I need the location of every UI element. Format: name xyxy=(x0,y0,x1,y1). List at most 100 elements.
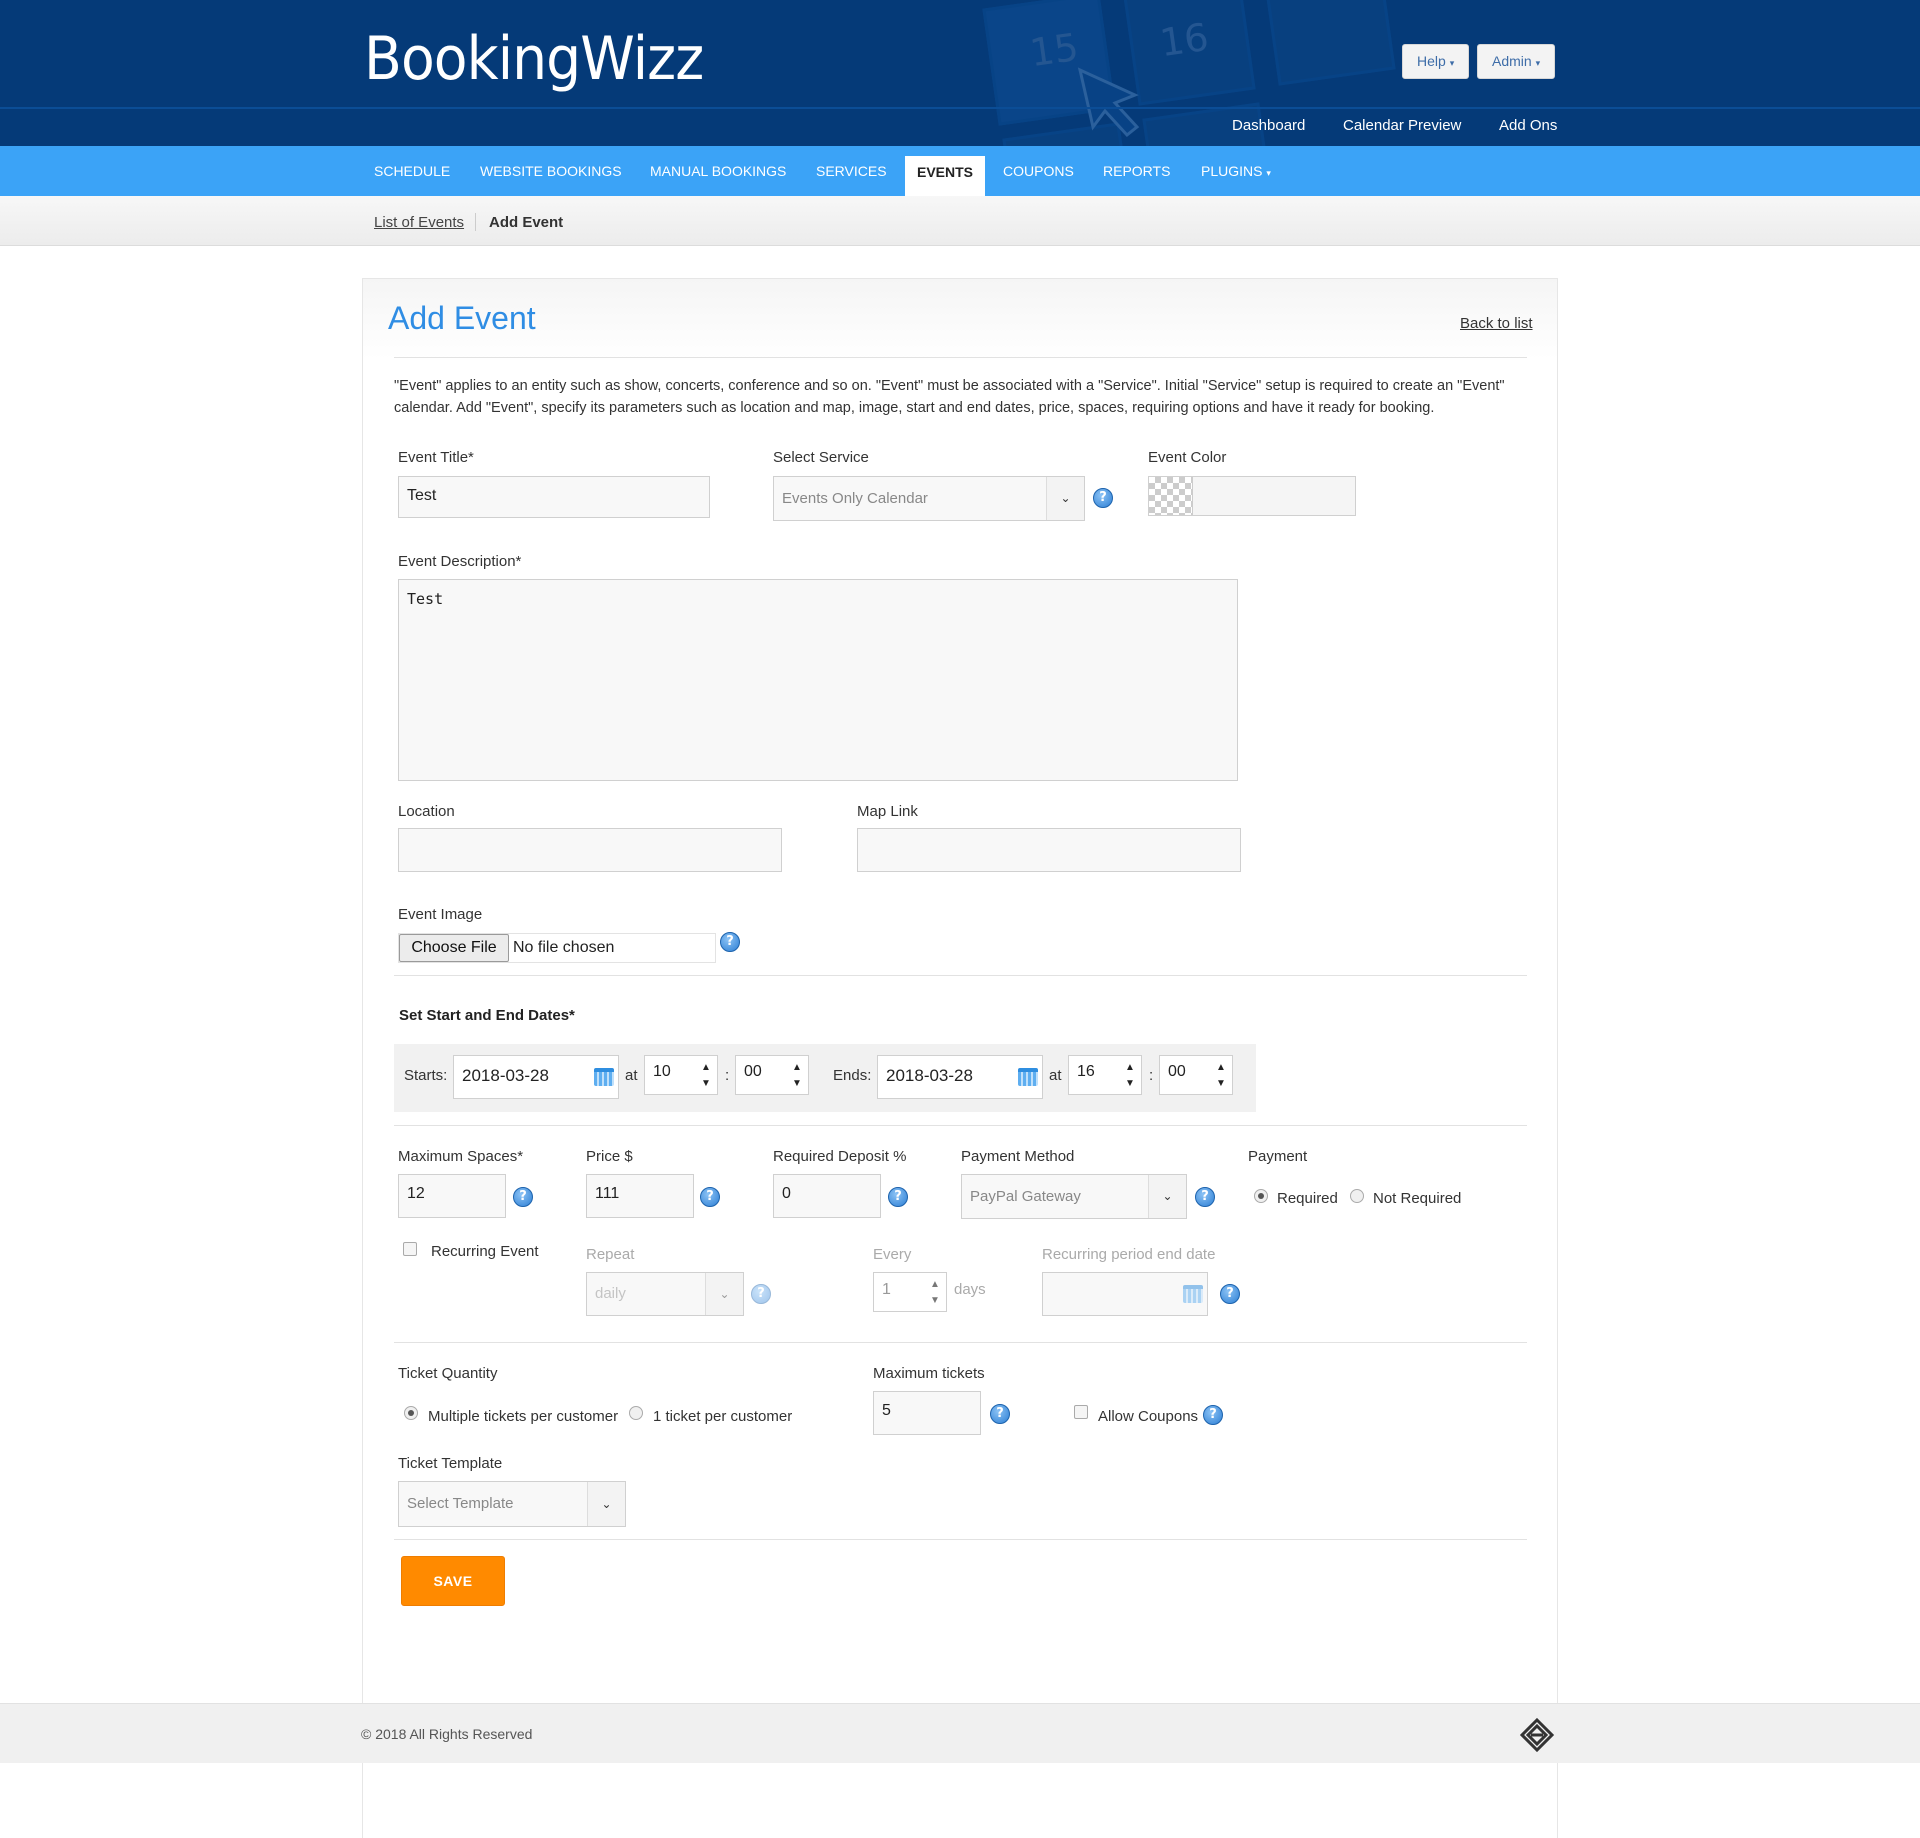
back-to-list-link[interactable]: Back to list xyxy=(1460,315,1533,332)
time-colon: : xyxy=(1149,1067,1154,1084)
max-spaces-input[interactable]: 12 xyxy=(398,1174,506,1218)
breadcrumb-list-of-events[interactable]: List of Events xyxy=(374,214,464,231)
color-swatch[interactable] xyxy=(1149,477,1193,515)
select-service-dropdown[interactable]: Events Only Calendar ⌄ xyxy=(773,476,1085,521)
event-title-label: Event Title* xyxy=(398,449,474,466)
tab-plugins[interactable]: PLUGINS ▾ xyxy=(1201,163,1271,179)
header: 15 16 BookingWizz Help ▾ Admin ▾ Dashboa… xyxy=(0,0,1920,146)
allow-coupons-checkbox[interactable] xyxy=(1074,1405,1088,1419)
save-button[interactable]: SAVE xyxy=(401,1556,505,1606)
calendar-icon[interactable] xyxy=(1018,1068,1038,1086)
bg-number: 16 xyxy=(1157,14,1212,66)
calendar-preview-link[interactable]: Calendar Preview xyxy=(1343,117,1461,134)
tab-reports[interactable]: REPORTS xyxy=(1103,163,1170,179)
starts-label: Starts: xyxy=(404,1067,448,1084)
max-tickets-input[interactable]: 5 xyxy=(873,1391,981,1435)
one-ticket-radio[interactable] xyxy=(629,1406,643,1420)
event-description-textarea[interactable]: Test xyxy=(398,579,1238,781)
start-hour-stepper[interactable]: 10 ▲ ▼ xyxy=(644,1055,718,1095)
tab-events[interactable]: EVENTS xyxy=(905,156,985,196)
event-image-label: Event Image xyxy=(398,906,483,923)
help-icon[interactable]: ? xyxy=(1220,1284,1240,1304)
help-icon[interactable]: ? xyxy=(751,1284,771,1304)
ticket-template-label: Ticket Template xyxy=(398,1455,503,1472)
tab-manual-bookings[interactable]: MANUAL BOOKINGS xyxy=(650,163,786,179)
select-service-label: Select Service xyxy=(773,449,869,466)
help-icon[interactable]: ? xyxy=(1195,1187,1215,1207)
main-nav: SCHEDULE WEBSITE BOOKINGS MANUAL BOOKING… xyxy=(0,146,1920,196)
ends-label: Ends: xyxy=(833,1067,872,1084)
help-icon[interactable]: ? xyxy=(700,1187,720,1207)
cursor-arrow-icon xyxy=(1077,67,1140,138)
payment-label: Payment xyxy=(1248,1148,1308,1165)
add-ons-link[interactable]: Add Ons xyxy=(1499,117,1557,134)
payment-not-required-radio[interactable] xyxy=(1350,1189,1364,1203)
tab-services[interactable]: SERVICES xyxy=(816,163,887,179)
event-title-input[interactable]: Test xyxy=(398,476,710,518)
dates-heading: Set Start and End Dates* xyxy=(399,1007,575,1024)
location-input[interactable] xyxy=(398,828,782,872)
spinner-arrows-icon[interactable]: ▲ ▼ xyxy=(928,1277,942,1309)
payment-method-dropdown[interactable]: PayPal Gateway ⌄ xyxy=(961,1174,1187,1219)
multiple-tickets-label: Multiple tickets per customer xyxy=(428,1408,619,1425)
recurring-event-label: Recurring Event xyxy=(431,1243,539,1260)
app-logo[interactable]: BookingWizz xyxy=(364,24,704,94)
spinner-arrows-icon[interactable]: ▲ ▼ xyxy=(790,1060,804,1092)
help-icon[interactable]: ? xyxy=(1203,1405,1223,1425)
end-minute-stepper[interactable]: 00 ▲ ▼ xyxy=(1159,1055,1233,1095)
bg-number: 15 xyxy=(1027,24,1082,76)
price-input[interactable]: 111 xyxy=(586,1174,694,1218)
end-hour-stepper[interactable]: 16 ▲ ▼ xyxy=(1068,1055,1142,1095)
recurring-event-checkbox[interactable] xyxy=(403,1242,417,1256)
every-label: Every xyxy=(873,1246,912,1263)
breadcrumb-current: Add Event xyxy=(489,214,564,231)
start-date-input[interactable]: 2018-03-28 xyxy=(453,1055,619,1099)
breadcrumb: List of Events Add Event xyxy=(0,196,1920,246)
at-label: at xyxy=(1049,1067,1062,1084)
caret-down-icon: ▾ xyxy=(1266,168,1271,178)
dashboard-link[interactable]: Dashboard xyxy=(1232,117,1305,134)
help-icon[interactable]: ? xyxy=(990,1404,1010,1424)
caret-down-icon: ▾ xyxy=(1449,58,1455,68)
event-color-label: Event Color xyxy=(1148,449,1227,466)
spinner-arrows-icon[interactable]: ▲ ▼ xyxy=(1214,1060,1228,1092)
days-label: days xyxy=(954,1281,986,1298)
end-date-input[interactable]: 2018-03-28 xyxy=(877,1055,1043,1099)
calendar-icon[interactable] xyxy=(1183,1285,1203,1303)
start-minute-stepper[interactable]: 00 ▲ ▼ xyxy=(735,1055,809,1095)
event-color-picker[interactable] xyxy=(1148,476,1356,516)
tab-website-bookings[interactable]: WEBSITE BOOKINGS xyxy=(480,163,622,179)
time-colon: : xyxy=(725,1067,730,1084)
file-input[interactable]: Choose File No file chosen xyxy=(398,933,716,963)
help-icon[interactable]: ? xyxy=(720,932,740,952)
chevron-down-icon: ⌄ xyxy=(705,1273,743,1315)
price-label: Price $ xyxy=(586,1148,633,1165)
chevron-down-icon: ⌄ xyxy=(587,1482,625,1526)
repeat-dropdown[interactable]: daily ⌄ xyxy=(586,1272,744,1316)
every-stepper[interactable]: 1 ▲ ▼ xyxy=(873,1272,947,1312)
footer: © 2018 All Rights Reserved xyxy=(0,1703,1920,1763)
help-dropdown-button[interactable]: Help ▾ xyxy=(1402,44,1470,79)
tab-coupons[interactable]: COUPONS xyxy=(1003,163,1074,179)
help-icon[interactable]: ? xyxy=(1093,488,1113,508)
tab-schedule[interactable]: SCHEDULE xyxy=(374,163,450,179)
recurring-end-date-input[interactable] xyxy=(1042,1272,1208,1316)
map-link-input[interactable] xyxy=(857,828,1241,872)
help-icon[interactable]: ? xyxy=(888,1187,908,1207)
location-label: Location xyxy=(398,803,455,820)
multiple-tickets-radio[interactable] xyxy=(404,1406,418,1420)
recurring-end-label: Recurring period end date xyxy=(1042,1246,1216,1263)
spinner-arrows-icon[interactable]: ▲ ▼ xyxy=(1123,1060,1137,1092)
calendar-icon[interactable] xyxy=(594,1068,614,1086)
spinner-arrows-icon[interactable]: ▲ ▼ xyxy=(699,1060,713,1092)
max-spaces-label: Maximum Spaces* xyxy=(398,1148,524,1165)
chevron-down-icon: ⌄ xyxy=(1046,477,1084,520)
choose-file-button[interactable]: Choose File xyxy=(399,934,509,962)
admin-dropdown-button[interactable]: Admin ▾ xyxy=(1477,44,1556,79)
max-tickets-label: Maximum tickets xyxy=(873,1365,985,1382)
ticket-template-dropdown[interactable]: Select Template ⌄ xyxy=(398,1481,626,1527)
help-icon[interactable]: ? xyxy=(513,1187,533,1207)
allow-coupons-label: Allow Coupons xyxy=(1098,1408,1199,1425)
payment-required-radio[interactable] xyxy=(1254,1189,1268,1203)
deposit-input[interactable]: 0 xyxy=(773,1174,881,1218)
